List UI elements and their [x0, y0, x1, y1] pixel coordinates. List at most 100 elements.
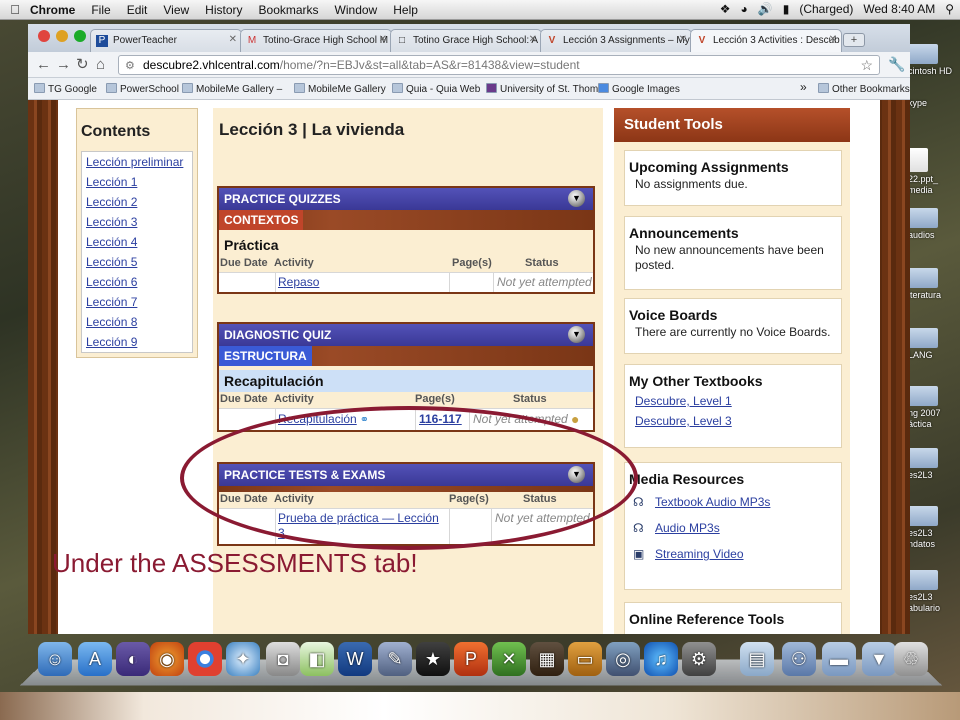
collapse-toggle-icon[interactable]: ▼ — [568, 466, 585, 483]
menu-help[interactable]: Help — [393, 3, 418, 17]
chrome-icon[interactable] — [188, 642, 222, 676]
wifi-icon[interactable]: ◕ — [741, 2, 748, 16]
itunes-icon[interactable]: ♫ — [644, 642, 678, 676]
minimize-window-icon[interactable] — [56, 30, 68, 42]
menu-bookmarks[interactable]: Bookmarks — [259, 3, 319, 17]
menu-window[interactable]: Window — [335, 3, 378, 17]
safari-icon[interactable]: ✦ — [226, 642, 260, 676]
desktop-icon-skype[interactable]: kype — [908, 98, 960, 109]
desktop-icon-lang[interactable]: LANG — [908, 328, 960, 361]
bookmark-quia[interactable]: Quia - Quia Web — [392, 83, 480, 95]
contents-link-leccion-3[interactable]: Lección 3 — [82, 212, 192, 232]
bookmark-mobileme-2[interactable]: MobileMe Gallery — [294, 83, 386, 95]
close-window-icon[interactable] — [38, 30, 50, 42]
tab-assignments[interactable]: V Lección 3 Assignments – My ✕ — [540, 29, 692, 52]
collapse-toggle-icon[interactable]: ▼ — [568, 326, 585, 343]
close-tab-icon[interactable]: ✕ — [379, 34, 387, 45]
textbook-link-level-1[interactable]: Descubre, Level 1 — [629, 391, 837, 411]
apple-icon[interactable]:  — [0, 2, 30, 17]
activity-link-repaso[interactable]: Repaso — [278, 275, 319, 289]
desktop-icon-es2l3-vocab[interactable]: es2L3 abulario — [908, 570, 960, 614]
tab-totino-grace[interactable]: □ Totino Grace High School: A ✕ — [390, 29, 542, 52]
zoom-window-icon[interactable] — [74, 30, 86, 42]
bookmark-tg-google[interactable]: TG Google — [34, 83, 97, 95]
contents-link-leccion-6[interactable]: Lección 6 — [82, 272, 192, 292]
powerpoint-icon[interactable]: P — [454, 642, 488, 676]
person-icon[interactable]: ● — [571, 411, 579, 427]
page-info-icon[interactable]: ⚙ — [125, 59, 135, 72]
desktop-icon-es2l3-datos[interactable]: es2L3 ndatos — [908, 506, 960, 550]
media-tool-icon[interactable]: ⚭ — [360, 413, 369, 426]
contents-link-leccion-8[interactable]: Lección 8 — [82, 312, 192, 332]
contents-link-leccion-5[interactable]: Lección 5 — [82, 252, 192, 272]
bookmark-other[interactable]: Other Bookmarks — [818, 83, 910, 95]
close-tab-icon[interactable]: ✕ — [679, 34, 687, 45]
media-link-audio[interactable]: Audio MP3s — [655, 518, 720, 538]
bookmark-powerschool[interactable]: PowerSchool — [106, 83, 179, 95]
imovie-icon[interactable]: ★ — [416, 642, 450, 676]
contents-link-leccion-4[interactable]: Lección 4 — [82, 232, 192, 252]
close-tab-icon[interactable]: ✕ — [229, 34, 237, 45]
reload-icon[interactable]: ↻ — [76, 56, 89, 74]
keynote-icon[interactable]: ▭ — [568, 642, 602, 676]
desktop-icon-es2l3[interactable]: es2L3 — [908, 448, 960, 481]
bookmarks-overflow-chevron[interactable]: » — [800, 80, 807, 94]
desktop-icon-audios[interactable]: audios — [908, 208, 960, 241]
word-icon[interactable]: W — [338, 642, 372, 676]
activity-link-prueba-practica[interactable]: Prueba de práctica — Lección 3 — [278, 511, 439, 540]
bookmark-mobileme-1[interactable]: MobileMe Gallery – — [182, 83, 282, 95]
activity-link-recapitulacion[interactable]: Recapitulación — [278, 412, 357, 426]
contents-link-leccion-2[interactable]: Lección 2 — [82, 192, 192, 212]
contents-link-preliminar[interactable]: Lección preliminar — [82, 152, 192, 172]
contents-link-leccion-1[interactable]: Lección 1 — [82, 172, 192, 192]
textbook-link-level-3[interactable]: Descubre, Level 3 — [629, 411, 837, 431]
menu-app-name[interactable]: Chrome — [30, 3, 75, 17]
contents-link-leccion-9[interactable]: Lección 9 — [82, 332, 192, 352]
app-store-icon[interactable]: A — [78, 642, 112, 676]
close-tab-icon[interactable]: ✕ — [529, 34, 537, 45]
address-bar[interactable]: ⚙ descubre2.vhlcentral.com/home/?n=EBJv&… — [118, 55, 880, 75]
bookmark-star-icon[interactable]: ☆ — [860, 57, 873, 74]
downloads-folder-icon[interactable]: ▼ — [862, 642, 896, 676]
menu-edit[interactable]: Edit — [127, 3, 148, 17]
tab-activities[interactable]: V Lección 3 Activities : Descub ✕ — [690, 29, 842, 52]
wrench-icon[interactable]: 🔧 — [888, 56, 905, 73]
menu-history[interactable]: History — [205, 3, 242, 17]
system-preferences-icon[interactable]: ⚙ — [682, 642, 716, 676]
desktop-icon-hd[interactable]: cintosh HD — [908, 44, 960, 77]
tab-powerteacher[interactable]: P PowerTeacher ✕ — [90, 29, 242, 52]
new-tab-button[interactable]: + — [843, 33, 865, 47]
users-folder-icon[interactable]: ⚇ — [782, 642, 816, 676]
camera-icon[interactable]: ◘ — [266, 642, 300, 676]
iphoto-icon[interactable]: ◎ — [606, 642, 640, 676]
app-icon[interactable]: ◐ — [116, 642, 150, 676]
home-icon[interactable]: ⌂ — [96, 56, 105, 74]
forward-icon[interactable]: → — [56, 56, 71, 74]
media-link-streaming-video[interactable]: Streaming Video — [655, 544, 744, 564]
pen-icon[interactable]: ✎ — [378, 642, 412, 676]
back-icon[interactable]: ← — [36, 56, 51, 74]
documents-stack-icon[interactable]: ▤ — [740, 642, 774, 676]
menu-view[interactable]: View — [163, 3, 189, 17]
clock[interactable]: Wed 8:40 AM — [863, 2, 935, 16]
bookmark-google-images[interactable]: Google Images — [598, 83, 680, 95]
page-link[interactable]: 116-117 — [419, 412, 462, 426]
close-tab-icon[interactable]: ✕ — [829, 34, 837, 45]
desktop-icon-practica[interactable]: ng 2007 áctica — [908, 386, 960, 430]
battery-icon[interactable]: ▮ — [783, 2, 790, 16]
collapse-toggle-icon[interactable]: ▼ — [568, 190, 585, 207]
desktop-icon-ppt[interactable]: 22.ppt_ media — [908, 148, 960, 196]
trash-icon[interactable]: ♲ — [894, 642, 928, 676]
media-link-textbook-audio[interactable]: Textbook Audio MP3s — [655, 492, 770, 512]
photo-icon[interactable]: ▦ — [530, 642, 564, 676]
bluetooth-icon[interactable]: ❖ — [720, 2, 731, 16]
contents-link-leccion-7[interactable]: Lección 7 — [82, 292, 192, 312]
volume-icon[interactable]: 🔊 — [758, 2, 773, 16]
firefox-icon[interactable]: ◉ — [150, 642, 184, 676]
tab-gmail[interactable]: M Totino-Grace High School M ✕ — [240, 29, 392, 52]
bookmark-ust[interactable]: University of St. Thom — [486, 83, 598, 95]
menu-file[interactable]: File — [91, 3, 110, 17]
finder-icon[interactable]: ☺ — [38, 642, 72, 676]
folder-icon[interactable]: ▬ — [822, 642, 856, 676]
desktop-icon-literatura[interactable]: iteratura — [908, 268, 960, 301]
